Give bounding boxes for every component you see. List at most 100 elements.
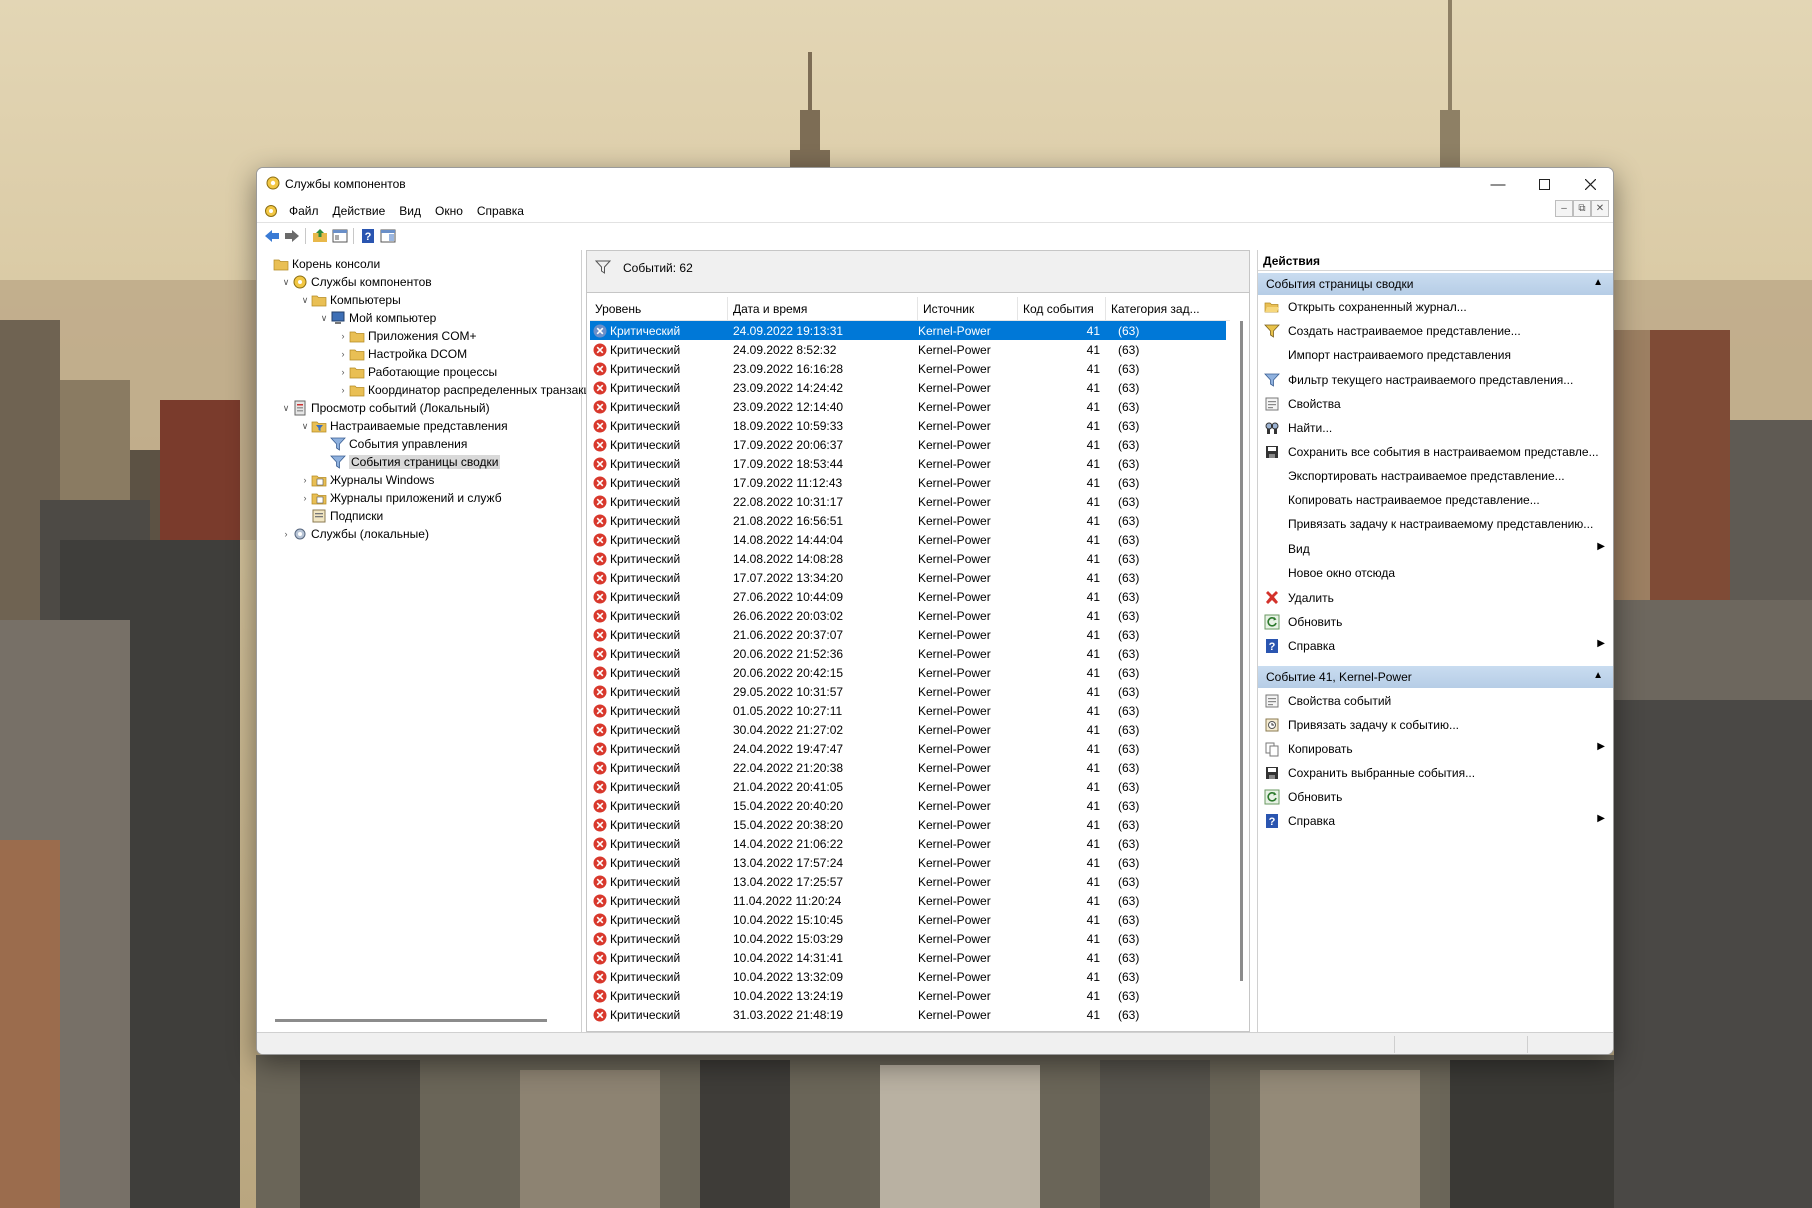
action-item[interactable]: Свойства событий bbox=[1258, 690, 1613, 712]
action-item[interactable]: Привязать задачу к настраиваемому предст… bbox=[1258, 513, 1613, 535]
actions-section-event[interactable]: Событие 41, Kernel-Power ▲ bbox=[1258, 666, 1613, 688]
table-row[interactable]: Критический 30.04.2022 21:27:02 Kernel-Pow… bbox=[590, 720, 1226, 739]
tree-item[interactable]: › Работающие процессы bbox=[337, 363, 498, 381]
up-level-button[interactable] bbox=[311, 227, 329, 245]
collapse-icon[interactable]: ▲ bbox=[1593, 670, 1603, 681]
expanded-chevron-icon[interactable]: ∨ bbox=[280, 277, 292, 288]
table-row[interactable]: Критический 23.09.2022 12:14:40 Kernel-Pow… bbox=[590, 397, 1226, 416]
table-row[interactable]: Критический 24.09.2022 19:13:31 Kernel-Pow… bbox=[590, 321, 1226, 340]
mdi-restore-button[interactable]: ⧉ bbox=[1573, 200, 1591, 217]
table-row[interactable]: Критический 21.04.2022 20:41:05 Kernel-Pow… bbox=[590, 777, 1226, 796]
table-row[interactable]: Критический 10.04.2022 13:24:19 Kernel-Pow… bbox=[590, 986, 1226, 1005]
action-item[interactable]: Новое окно отсюда bbox=[1258, 562, 1613, 584]
table-row[interactable]: Критический 14.04.2022 21:06:22 Kernel-Pow… bbox=[590, 834, 1226, 853]
tree-item[interactable]: ∨ Просмотр событий (Локальный) bbox=[280, 399, 490, 417]
table-row[interactable]: Критический 13.04.2022 17:25:57 Kernel-Pow… bbox=[590, 872, 1226, 891]
table-row[interactable]: Критический 17.09.2022 20:06:37 Kernel-Pow… bbox=[590, 435, 1226, 454]
title-bar[interactable]: Службы компонентов — bbox=[257, 168, 1613, 200]
back-button[interactable] bbox=[263, 227, 281, 245]
tree-item[interactable]: События страницы сводки bbox=[318, 453, 501, 471]
action-item[interactable]: Импорт настраиваемого представления bbox=[1258, 344, 1613, 366]
collapsed-chevron-icon[interactable]: › bbox=[299, 493, 311, 503]
tree-item[interactable]: › Журналы приложений и служб bbox=[299, 489, 502, 507]
tree-item[interactable]: ∨ Мой компьютер bbox=[318, 309, 437, 327]
forward-button[interactable] bbox=[283, 227, 301, 245]
tree-item[interactable]: Подписки bbox=[299, 507, 383, 525]
tree-item[interactable]: › Приложения COM+ bbox=[337, 327, 477, 345]
table-row[interactable]: Критический 17.09.2022 11:12:43 Kernel-Pow… bbox=[590, 473, 1226, 492]
menu-action[interactable]: Действие bbox=[326, 204, 393, 218]
table-row[interactable]: Критический 23.09.2022 14:24:42 Kernel-Pow… bbox=[590, 378, 1226, 397]
action-item[interactable]: Обновить bbox=[1258, 786, 1613, 808]
expanded-chevron-icon[interactable]: ∨ bbox=[280, 403, 292, 414]
table-row[interactable]: Критический 20.06.2022 20:42:15 Kernel-Pow… bbox=[590, 663, 1226, 682]
action-item[interactable]: Создать настраиваемое представление... bbox=[1258, 320, 1613, 342]
expanded-chevron-icon[interactable]: ∨ bbox=[299, 421, 311, 432]
show-hide-tree-button[interactable] bbox=[331, 227, 349, 245]
tree-item[interactable]: События управления bbox=[318, 435, 467, 453]
tree-item[interactable]: › Журналы Windows bbox=[299, 471, 435, 489]
table-row[interactable]: Критический 27.06.2022 10:44:09 Kernel-Pow… bbox=[590, 587, 1226, 606]
action-item[interactable]: Вид ▶ bbox=[1258, 538, 1613, 560]
tree-item[interactable]: › Настройка DCOM bbox=[337, 345, 468, 363]
action-item[interactable]: Копировать ▶ bbox=[1258, 738, 1613, 760]
show-action-pane-button[interactable] bbox=[379, 227, 397, 245]
menu-view[interactable]: Вид bbox=[392, 204, 428, 218]
mdi-close-button[interactable]: ✕ bbox=[1591, 200, 1609, 217]
table-row[interactable]: Критический 23.09.2022 16:16:28 Kernel-Pow… bbox=[590, 359, 1226, 378]
column-header-source[interactable]: Источник bbox=[918, 297, 1018, 321]
collapsed-chevron-icon[interactable]: › bbox=[337, 349, 349, 359]
table-row[interactable]: Критический 24.09.2022 8:52:32 Kernel-Powe… bbox=[590, 340, 1226, 359]
column-header-event-id[interactable]: Код события bbox=[1018, 297, 1106, 321]
action-item[interactable]: Обновить bbox=[1258, 611, 1613, 633]
action-item[interactable]: Сохранить все события в настраиваемом пр… bbox=[1258, 441, 1613, 463]
column-header-level[interactable]: Уровень bbox=[590, 297, 728, 321]
action-item[interactable]: Свойства bbox=[1258, 393, 1613, 415]
table-row[interactable]: Критический 31.03.2022 21:48:19 Kernel-Pow… bbox=[590, 1005, 1226, 1024]
table-row[interactable]: Критический 29.05.2022 10:31:57 Kernel-Pow… bbox=[590, 682, 1226, 701]
table-row[interactable]: Критический 15.04.2022 20:38:20 Kernel-Pow… bbox=[590, 815, 1226, 834]
collapsed-chevron-icon[interactable]: › bbox=[299, 475, 311, 485]
action-item[interactable]: Сохранить выбранные события... bbox=[1258, 762, 1613, 784]
action-item[interactable]: ? Справка ▶ bbox=[1258, 635, 1613, 657]
collapsed-chevron-icon[interactable]: › bbox=[337, 331, 349, 341]
table-row[interactable]: Критический 20.06.2022 21:52:36 Kernel-Pow… bbox=[590, 644, 1226, 663]
horizontal-scrollbar[interactable] bbox=[275, 1019, 547, 1022]
collapsed-chevron-icon[interactable]: › bbox=[337, 367, 349, 377]
action-item[interactable]: Экспортировать настраиваемое представлен… bbox=[1258, 465, 1613, 487]
table-row[interactable]: Критический 01.05.2022 10:27:11 Kernel-Pow… bbox=[590, 701, 1226, 720]
table-row[interactable]: Критический 15.04.2022 20:40:20 Kernel-Pow… bbox=[590, 796, 1226, 815]
table-row[interactable]: Критический 24.04.2022 19:47:47 Kernel-Pow… bbox=[590, 739, 1226, 758]
minimize-button[interactable]: — bbox=[1475, 168, 1521, 200]
mmc-document-icon[interactable] bbox=[263, 203, 279, 219]
collapsed-chevron-icon[interactable]: › bbox=[280, 529, 292, 539]
table-row[interactable]: Критический 10.04.2022 15:03:29 Kernel-Pow… bbox=[590, 929, 1226, 948]
tree-item[interactable]: Корень консоли bbox=[261, 255, 380, 273]
expanded-chevron-icon[interactable]: ∨ bbox=[318, 313, 330, 324]
menu-window[interactable]: Окно bbox=[428, 204, 470, 218]
help-button[interactable]: ? bbox=[359, 227, 377, 245]
table-row[interactable]: Критический 17.07.2022 13:34:20 Kernel-Pow… bbox=[590, 568, 1226, 587]
table-row[interactable]: Критический 14.08.2022 14:44:04 Kernel-Pow… bbox=[590, 530, 1226, 549]
vertical-scrollbar[interactable] bbox=[1240, 321, 1243, 981]
table-row[interactable]: Критический 21.08.2022 16:56:51 Kernel-Pow… bbox=[590, 511, 1226, 530]
table-row[interactable]: Критический 10.04.2022 13:32:09 Kernel-Pow… bbox=[590, 967, 1226, 986]
collapsed-chevron-icon[interactable]: › bbox=[337, 385, 349, 395]
tree-item[interactable]: ∨ Службы компонентов bbox=[280, 273, 432, 291]
action-item[interactable]: Открыть сохраненный журнал... bbox=[1258, 296, 1613, 318]
table-row[interactable]: Критический 10.04.2022 15:10:45 Kernel-Pow… bbox=[590, 910, 1226, 929]
table-row[interactable]: Критический 18.09.2022 10:59:33 Kernel-Pow… bbox=[590, 416, 1226, 435]
action-item[interactable]: Копировать настраиваемое представление..… bbox=[1258, 489, 1613, 511]
close-button[interactable] bbox=[1567, 168, 1613, 200]
table-row[interactable]: Критический 10.04.2022 14:31:41 Kernel-Pow… bbox=[590, 948, 1226, 967]
table-row[interactable]: Критический 22.04.2022 21:20:38 Kernel-Pow… bbox=[590, 758, 1226, 777]
menu-file[interactable]: Файл bbox=[282, 204, 326, 218]
table-row[interactable]: Критический 13.04.2022 17:57:24 Kernel-Pow… bbox=[590, 853, 1226, 872]
table-row[interactable]: Критический 22.08.2022 10:31:17 Kernel-Pow… bbox=[590, 492, 1226, 511]
action-item[interactable]: Удалить bbox=[1258, 587, 1613, 609]
menu-help[interactable]: Справка bbox=[470, 204, 531, 218]
actions-section-summary-events[interactable]: События страницы сводки ▲ bbox=[1258, 273, 1613, 295]
table-row[interactable]: Критический 17.09.2022 18:53:44 Kernel-Pow… bbox=[590, 454, 1226, 473]
maximize-button[interactable] bbox=[1521, 168, 1567, 200]
collapse-icon[interactable]: ▲ bbox=[1593, 277, 1603, 288]
